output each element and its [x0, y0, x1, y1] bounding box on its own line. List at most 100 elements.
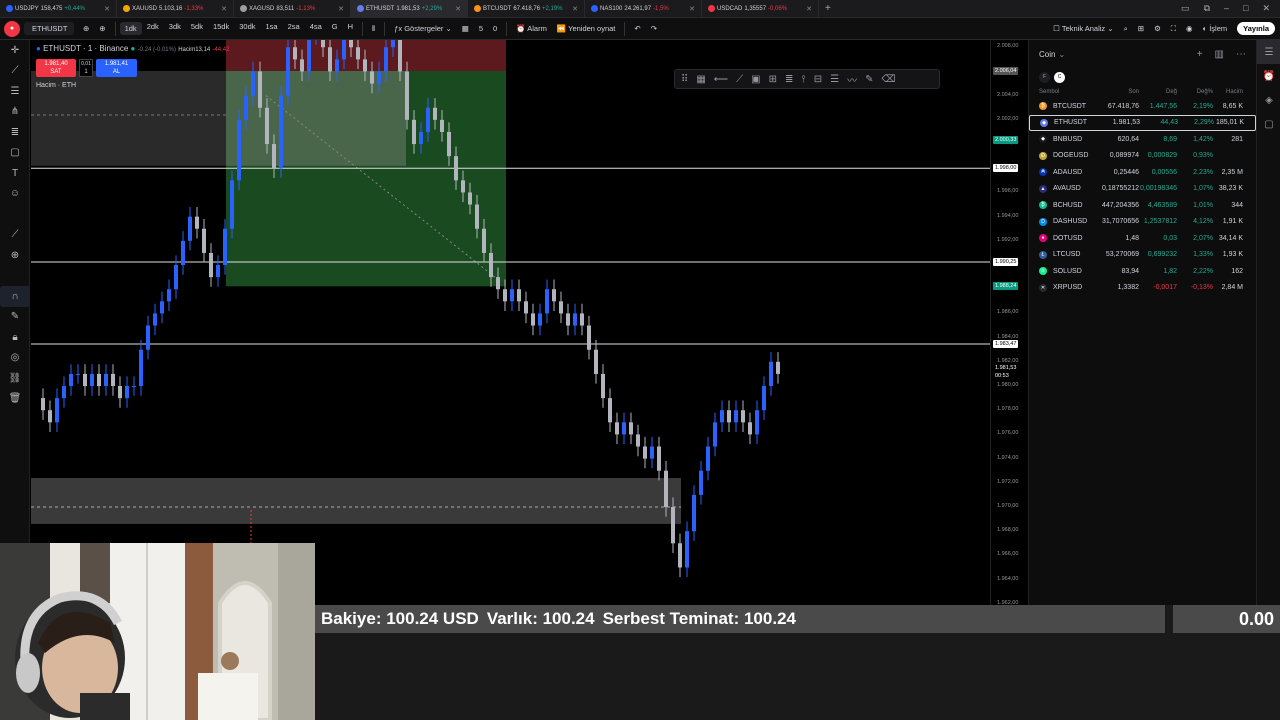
- interval-5dk[interactable]: 5dk: [186, 22, 208, 35]
- tab-usdjpy[interactable]: USDJPY 158,475 +0,44% ✕: [0, 0, 117, 18]
- close-tab-icon[interactable]: ✕: [104, 5, 110, 13]
- price-chart[interactable]: [31, 40, 990, 605]
- eraser-icon[interactable]: ⌫: [881, 74, 895, 85]
- close-tab-icon[interactable]: ✕: [689, 5, 695, 13]
- minimize-icon[interactable]: –: [1224, 3, 1229, 14]
- fib-icon[interactable]: ≣: [0, 122, 30, 143]
- col-symbol[interactable]: Sembol: [1039, 89, 1091, 95]
- layers-icon[interactable]: ◈: [1257, 88, 1280, 112]
- watchlist-row-bnbusd[interactable]: ◆ BNBUSD 620,64 8,69 1,42% 281: [1029, 131, 1256, 148]
- sell-button[interactable]: 1.981,40 SAT: [36, 59, 76, 77]
- pitchfork-icon[interactable]: ⋔: [0, 102, 30, 123]
- zoom-icon[interactable]: ⊕: [0, 245, 30, 266]
- more-icon[interactable]: ⋯: [1236, 49, 1246, 60]
- col-vol[interactable]: Hacim: [1213, 89, 1253, 95]
- layout-icon[interactable]: ▥: [1215, 49, 1224, 60]
- watchlist-row-dotusd[interactable]: ● DOTUSD 1,48 0,03 2,07% 34,14 K: [1029, 230, 1256, 247]
- col-chg[interactable]: Değ: [1139, 89, 1177, 95]
- alerts-icon[interactable]: ⏰: [1257, 64, 1280, 88]
- add-symbol-icon[interactable]: ⊕: [94, 24, 110, 33]
- lines-icon[interactable]: ☰: [0, 81, 30, 102]
- watchlist-row-dogeusd[interactable]: Ð DOGEUSD 0,089974 0,000829 0,93%: [1029, 148, 1256, 165]
- grid-layout-icon[interactable]: ⊞: [1133, 24, 1149, 33]
- brush-icon[interactable]: ✎: [865, 74, 873, 85]
- shapes-icon[interactable]: ▢: [0, 143, 30, 164]
- link-icon[interactable]: ⛓: [0, 368, 30, 389]
- interval-30dk[interactable]: 30dk: [234, 22, 260, 35]
- interval-G[interactable]: G: [327, 22, 343, 35]
- templates-icon[interactable]: ▦: [457, 24, 474, 33]
- compare-icon[interactable]: ⊕: [78, 24, 94, 33]
- parallel-icon[interactable]: ≣: [785, 74, 793, 85]
- chat-icon[interactable]: ▢: [1257, 112, 1280, 136]
- trade-button[interactable]: ◐ İşlem: [1198, 24, 1233, 33]
- grid-icon[interactable]: ▦: [696, 74, 705, 85]
- add-symbol-icon[interactable]: +: [1197, 49, 1203, 60]
- col-last[interactable]: Son: [1091, 89, 1139, 95]
- hline-icon[interactable]: ⟵: [714, 74, 728, 85]
- interval-2sa[interactable]: 2sa: [283, 22, 305, 35]
- redo-icon[interactable]: ↷: [646, 24, 662, 33]
- tab-btcusdt[interactable]: BTCUSDT 67.418,76 +2,19% ✕: [468, 0, 585, 18]
- quantity-box[interactable]: 0,01 1: [79, 59, 93, 77]
- interval-1sa[interactable]: 1sa: [261, 22, 283, 35]
- watchlist-row-ltcusd[interactable]: Ł LTCUSD 53,270069 0,699232 1,33% 1,93 K: [1029, 247, 1256, 264]
- lock-icon[interactable]: 🔒︎: [0, 327, 30, 348]
- watchlist-icon[interactable]: ☰: [1257, 40, 1280, 64]
- tab-xauusd[interactable]: XAUUSD 5.103,16 -1,33% ✕: [117, 0, 234, 18]
- camera-icon[interactable]: ◉: [1181, 24, 1198, 33]
- patterns-icon[interactable]: ☺: [0, 184, 30, 205]
- fib-tool-icon[interactable]: ☰: [830, 74, 839, 85]
- popout-icon[interactable]: ⧉: [1204, 3, 1210, 14]
- watchlist-row-ethusdt[interactable]: ◆ ETHUSDT 1.981,53 44,43 2,29% 185,01 K: [1029, 114, 1256, 131]
- filter-chip-b[interactable]: C: [1054, 71, 1065, 83]
- text-icon[interactable]: T: [0, 163, 30, 184]
- fullscreen-icon[interactable]: ⛶: [1166, 24, 1181, 34]
- publish-button[interactable]: Yayınla: [1232, 22, 1280, 35]
- trash-icon[interactable]: 🗑︎: [0, 389, 30, 410]
- new-tab-icon[interactable]: +: [819, 3, 837, 14]
- maximize-icon[interactable]: □: [1243, 3, 1248, 14]
- tab-ethusdt[interactable]: ETHUSDT 1.981,53 +2,29% ✕: [351, 0, 468, 18]
- interval-1dk[interactable]: 1dk: [119, 22, 142, 35]
- layout-icon[interactable]: ▭: [1181, 3, 1190, 14]
- close-tab-icon[interactable]: ✕: [338, 5, 344, 13]
- chart-canvas[interactable]: [31, 40, 990, 605]
- interval-15dk[interactable]: 15dk: [208, 22, 234, 35]
- close-tab-icon[interactable]: ✕: [806, 5, 812, 13]
- tab-xagusd[interactable]: XAGUSD 83,511 -1,13% ✕: [234, 0, 351, 18]
- watchlist-row-dashusd[interactable]: D DASHUSD 31,7070656 1,2537812 4,12% 1,9…: [1029, 214, 1256, 231]
- zigzag-icon[interactable]: 〰: [847, 72, 857, 87]
- interval-H[interactable]: H: [343, 22, 358, 35]
- col-pct[interactable]: Değ%: [1177, 89, 1213, 95]
- interval-3dk[interactable]: 3dk: [164, 22, 186, 35]
- interval-2dk[interactable]: 2dk: [142, 22, 164, 35]
- tab-nas100[interactable]: NAS100 24.261,97 -1,5% ✕: [585, 0, 702, 18]
- magnet-icon[interactable]: ∩: [0, 286, 30, 307]
- watchlist-row-bchusd[interactable]: ₿ BCHUSD 447,204356 4,463589 1,01% 344: [1029, 197, 1256, 214]
- close-tab-icon[interactable]: ✕: [455, 5, 461, 13]
- counter-a[interactable]: 5: [474, 24, 488, 33]
- layout-icon[interactable]: ⊞: [769, 74, 777, 85]
- settings-icon[interactable]: ⚙: [1149, 24, 1166, 33]
- close-icon[interactable]: ✕: [1262, 3, 1270, 14]
- filter-chip-a[interactable]: F: [1039, 71, 1050, 83]
- tab-usdcad[interactable]: USDCAD 1,35557 -0,06% ✕: [702, 0, 819, 18]
- ruler-icon[interactable]: ⟋: [0, 225, 30, 246]
- eye-icon[interactable]: ◎: [0, 348, 30, 369]
- undo-icon[interactable]: ↶: [629, 24, 645, 33]
- stay-drawing-icon[interactable]: ✎: [0, 307, 30, 328]
- replay-button[interactable]: ⏪ Yeniden oynat: [552, 24, 621, 33]
- watchlist-row-btcusdt[interactable]: ₿ BTCUSDT 67.418,76 1.447,56 2,19% 8,65 …: [1029, 98, 1256, 115]
- interval-4sa[interactable]: 4sa: [305, 22, 327, 35]
- indicators-button[interactable]: ƒx Göstergeler ⌄: [389, 24, 457, 33]
- buy-button[interactable]: 1.981,41 AL: [96, 59, 137, 77]
- chevron-down-icon[interactable]: ⌄: [1058, 50, 1065, 59]
- close-tab-icon[interactable]: ✕: [221, 5, 227, 13]
- watchlist-row-adausd[interactable]: ₳ ADAUSD 0,25446 0,00556 2,23% 2,35 M: [1029, 164, 1256, 181]
- candle-type-icon[interactable]: ⫴: [367, 24, 380, 34]
- user-avatar[interactable]: ●: [4, 20, 20, 37]
- price-scale[interactable]: 2.008,002.006,002.004,002.002,002.000,00…: [990, 40, 1028, 606]
- symbol-search[interactable]: ETHUSDT: [24, 22, 74, 35]
- drag-handle-icon[interactable]: ⠿: [681, 74, 688, 85]
